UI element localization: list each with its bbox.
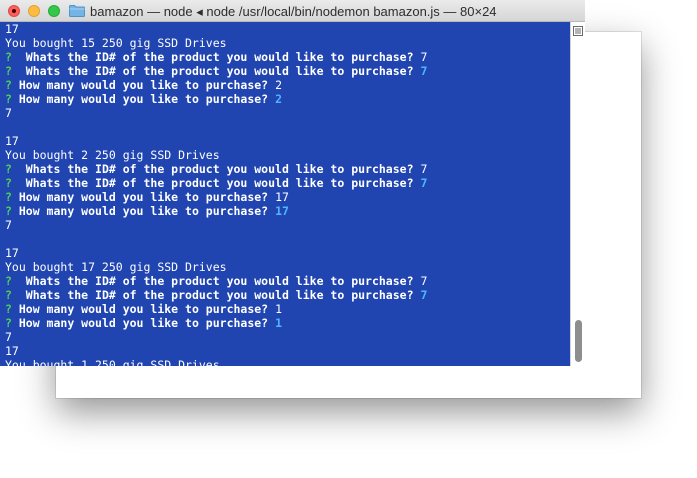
- prompt-text: Whats the ID# of the product you would l…: [11, 274, 414, 288]
- prompt-text: How many would you like to purchase?: [11, 78, 269, 92]
- terminal-line: ? How many would you like to purchase? 1: [0, 316, 570, 330]
- typed-input: 1: [275, 302, 282, 316]
- prompt-text: How many would you like to purchase?: [11, 190, 269, 204]
- prompt-question-mark: ?: [5, 78, 12, 92]
- prompt-text: Whats the ID# of the product you would l…: [11, 64, 414, 78]
- output-text: You bought 2 250 gig SSD Drives: [5, 148, 220, 162]
- scroll-markers-icon: [573, 26, 583, 36]
- terminal-line: You bought 15 250 gig SSD Drives: [0, 36, 570, 50]
- typed-input: 7: [420, 274, 428, 288]
- terminal-line: You bought 2 250 gig SSD Drives: [0, 148, 570, 162]
- prompt-answer: 17: [275, 204, 289, 218]
- prompt-answer: 7: [420, 64, 428, 78]
- prompt-text: How many would you like to purchase?: [11, 316, 269, 330]
- terminal-content[interactable]: 17 You bought 15 250 gig SSD Drives? What…: [0, 22, 570, 366]
- terminal-line: 17: [0, 344, 570, 358]
- typed-input: 17: [275, 190, 289, 204]
- terminal-line: 7: [0, 330, 570, 344]
- terminal-line: ? Whats the ID# of the product you would…: [0, 50, 570, 64]
- prompt-question-mark: ?: [5, 204, 12, 218]
- output-text: 17: [5, 246, 19, 260]
- prompt-text: How many would you like to purchase?: [11, 92, 269, 106]
- prompt-question-mark: ?: [5, 302, 12, 316]
- terminal-line: ? How many would you like to purchase? 2: [0, 78, 570, 92]
- folder-icon: [69, 5, 85, 17]
- prompt-text: How many would you like to purchase?: [11, 302, 269, 316]
- close-button[interactable]: [8, 5, 20, 17]
- zoom-button[interactable]: [48, 5, 60, 17]
- prompt-text: Whats the ID# of the product you would l…: [11, 176, 414, 190]
- scrollbar[interactable]: [570, 22, 585, 366]
- typed-input: 7: [420, 50, 428, 64]
- prompt-text: Whats the ID# of the product you would l…: [11, 288, 414, 302]
- prompt-question-mark: ?: [5, 176, 12, 190]
- typed-input: 7: [420, 162, 428, 176]
- terminal-line: ? Whats the ID# of the product you would…: [0, 274, 570, 288]
- terminal-line: ? How many would you like to purchase? 1…: [0, 204, 570, 218]
- prompt-answer: 7: [420, 176, 428, 190]
- minimize-button[interactable]: [28, 5, 40, 17]
- terminal-line: 7: [0, 218, 570, 232]
- output-text: You bought 15 250 gig SSD Drives: [5, 36, 227, 50]
- typed-input: 2: [275, 78, 282, 92]
- prompt-text: Whats the ID# of the product you would l…: [11, 50, 414, 64]
- terminal-line: You bought 1 250 gig SSD Drives: [0, 358, 570, 366]
- prompt-question-mark: ?: [5, 64, 12, 78]
- prompt-question-mark: ?: [5, 288, 12, 302]
- terminal-line: ? How many would you like to purchase? 1…: [0, 190, 570, 204]
- prompt-text: Whats the ID# of the product you would l…: [11, 162, 414, 176]
- output-text: You bought 1 250 gig SSD Drives: [5, 358, 220, 366]
- prompt-answer: 7: [420, 288, 428, 302]
- terminal-line: 17: [0, 134, 570, 148]
- prompt-question-mark: ?: [5, 92, 12, 106]
- terminal-line: ? Whats the ID# of the product you would…: [0, 288, 570, 302]
- output-text: 7: [5, 106, 12, 120]
- terminal-line: 7: [0, 106, 570, 120]
- output-text: 7: [5, 218, 12, 232]
- window-title: bamazon — node ◂ node /usr/local/bin/nod…: [90, 4, 497, 19]
- prompt-question-mark: ?: [5, 50, 12, 64]
- terminal-line: 17: [0, 246, 570, 260]
- output-text: 17: [5, 22, 19, 36]
- terminal-window[interactable]: bamazon — node ◂ node /usr/local/bin/nod…: [0, 0, 585, 366]
- prompt-question-mark: ?: [5, 162, 12, 176]
- terminal-line: ? Whats the ID# of the product you would…: [0, 64, 570, 78]
- terminal-line: ? How many would you like to purchase? 2: [0, 92, 570, 106]
- output-text: You bought 17 250 gig SSD Drives: [5, 260, 227, 274]
- prompt-question-mark: ?: [5, 274, 12, 288]
- output-text: 17: [5, 344, 19, 358]
- terminal-line: You bought 17 250 gig SSD Drives: [0, 260, 570, 274]
- terminal-line: ? How many would you like to purchase? 1: [0, 302, 570, 316]
- output-text: 17: [5, 134, 19, 148]
- prompt-question-mark: ?: [5, 316, 12, 330]
- terminal-line: ? Whats the ID# of the product you would…: [0, 162, 570, 176]
- prompt-question-mark: ?: [5, 190, 12, 204]
- prompt-text: How many would you like to purchase?: [11, 204, 269, 218]
- output-text: 7: [5, 330, 12, 344]
- prompt-answer: 1: [275, 316, 282, 330]
- terminal-line: 17: [0, 22, 570, 36]
- title-bar[interactable]: bamazon — node ◂ node /usr/local/bin/nod…: [0, 0, 585, 22]
- scrollbar-thumb[interactable]: [575, 320, 582, 362]
- terminal-line: ? Whats the ID# of the product you would…: [0, 176, 570, 190]
- prompt-answer: 2: [275, 92, 282, 106]
